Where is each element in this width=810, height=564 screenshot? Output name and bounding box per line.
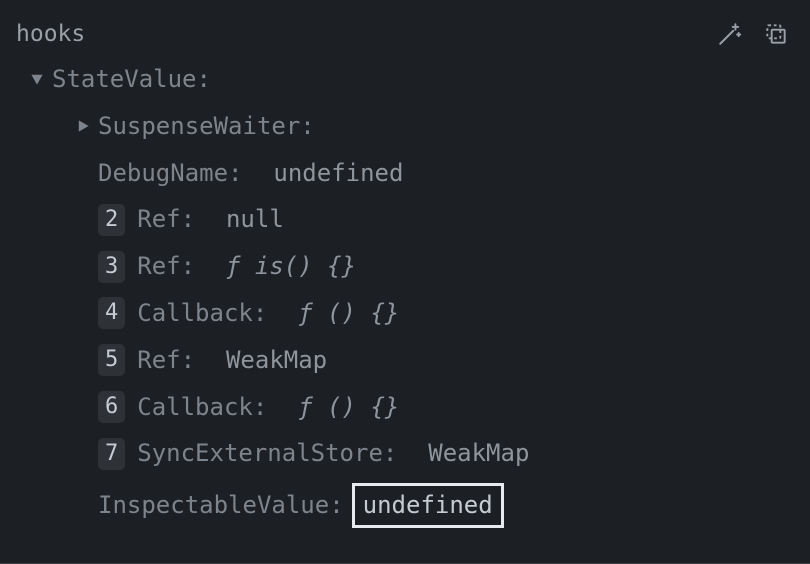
panel-header: hooks [14, 20, 796, 48]
key-label: Callback [137, 296, 253, 331]
colon: : [383, 436, 397, 471]
copy-icon[interactable] [762, 20, 790, 48]
tree-node[interactable]: 7 SyncExternalStore: WeakMap [14, 436, 796, 471]
expand-arrow-right-icon[interactable] [74, 119, 92, 133]
header-icons [716, 20, 796, 48]
hook-index-badge: 5 [98, 344, 125, 376]
colon: : [253, 390, 267, 425]
key-label: Ref [137, 202, 180, 237]
tree-node[interactable]: 6 Callback: ƒ () {} [14, 390, 796, 425]
colon: : [197, 62, 211, 97]
colon: : [228, 156, 242, 191]
colon: : [181, 343, 195, 378]
colon: : [181, 202, 195, 237]
value-label: ƒ () {} [298, 390, 399, 425]
key-label: Ref [137, 343, 180, 378]
key-label: InspectableValue [98, 488, 329, 523]
magic-wand-icon[interactable] [716, 20, 744, 48]
hooks-panel: hooks StateValue: [0, 0, 810, 564]
hook-index-badge: 3 [98, 251, 125, 283]
colon: : [181, 249, 195, 284]
value-label: ƒ is() {} [226, 249, 356, 284]
value-label: ƒ () {} [298, 296, 399, 331]
key-label: SyncExternalStore [137, 436, 383, 471]
hook-index-badge: 4 [98, 297, 125, 329]
hooks-tree: StateValue: SuspenseWaiter: DebugName: u… [14, 62, 796, 528]
tree-node-inspectable[interactable]: InspectableValue: undefined [14, 483, 796, 528]
tree-node[interactable]: DebugName: undefined [14, 156, 796, 191]
hook-index-badge: 6 [98, 391, 125, 423]
value-label: null [226, 202, 284, 237]
value-label: WeakMap [428, 436, 529, 471]
hook-index-badge: 7 [98, 438, 125, 470]
key-label: Ref [137, 249, 180, 284]
value-label: WeakMap [226, 343, 327, 378]
value-label: undefined [273, 156, 403, 191]
value-label-selected[interactable]: undefined [352, 483, 504, 528]
tree-node[interactable]: 2 Ref: null [14, 202, 796, 237]
key-label: Callback [137, 390, 253, 425]
expand-arrow-down-icon[interactable] [28, 72, 46, 86]
key-label: DebugName [98, 156, 228, 191]
tree-node[interactable]: SuspenseWaiter: [14, 109, 796, 144]
colon: : [300, 109, 314, 144]
key-label: SuspenseWaiter [98, 109, 300, 144]
tree-node[interactable]: 4 Callback: ƒ () {} [14, 296, 796, 331]
panel-title: hooks [16, 21, 704, 47]
hook-index-badge: 2 [98, 204, 125, 236]
tree-node[interactable]: 3 Ref: ƒ is() {} [14, 249, 796, 284]
tree-node[interactable]: 5 Ref: WeakMap [14, 343, 796, 378]
colon: : [329, 488, 343, 523]
tree-root[interactable]: StateValue: [14, 62, 796, 97]
colon: : [253, 296, 267, 331]
key-label: StateValue [52, 62, 197, 97]
